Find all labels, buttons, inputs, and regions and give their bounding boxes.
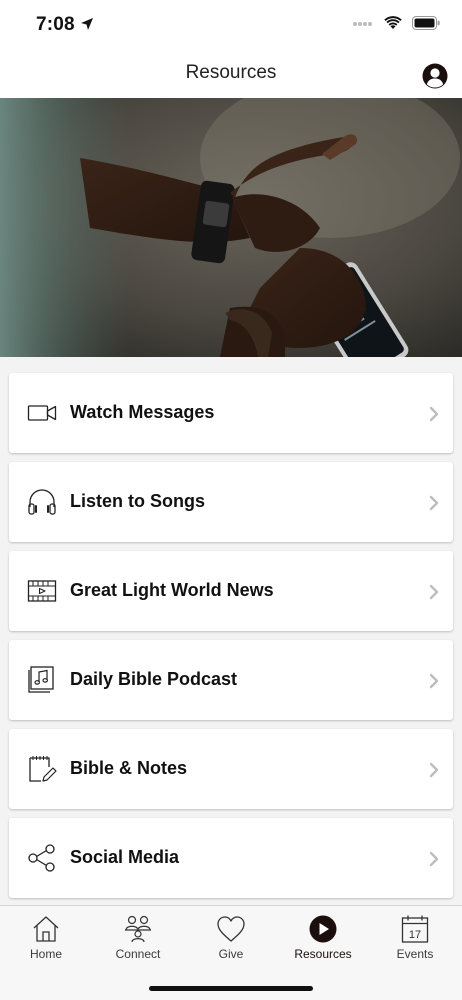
tab-resources[interactable]: Resources	[277, 906, 369, 968]
battery-icon	[412, 16, 440, 30]
tab-label: Connect	[115, 947, 161, 961]
list-item-daily-bible-podcast[interactable]: Daily Bible Podcast	[9, 640, 453, 720]
heart-icon	[217, 916, 245, 942]
list-item-label: Watch Messages	[70, 402, 215, 422]
tab-label: Give	[218, 947, 244, 961]
cellular-signal-icon	[353, 22, 372, 26]
wifi-icon	[384, 16, 402, 29]
music-note-icon	[28, 666, 54, 693]
tab-label: Events	[396, 947, 434, 961]
list-item-label: Bible & Notes	[70, 758, 188, 778]
location-arrow-icon	[81, 18, 93, 30]
list-item-label: Daily Bible Podcast	[70, 669, 238, 689]
list-item-bible-and-notes[interactable]: Bible & Notes	[9, 729, 453, 809]
tab-label: Home	[29, 947, 62, 961]
tab-give[interactable]: Give	[185, 906, 277, 968]
tab-connect[interactable]: Connect	[92, 906, 184, 968]
status-time: 7:08	[36, 14, 75, 35]
play-circle-icon	[309, 915, 337, 943]
film-strip-icon	[27, 580, 57, 602]
nav-bar: Resources	[0, 50, 462, 98]
chevron-right-icon	[429, 851, 439, 867]
profile-icon[interactable]	[422, 63, 448, 89]
headphones-icon	[28, 489, 56, 515]
chevron-right-icon	[429, 673, 439, 689]
list-item-label: Great Light World News	[70, 580, 274, 600]
tab-events[interactable]: 17 Events	[369, 906, 461, 968]
list-item-listen-to-songs[interactable]: Listen to Songs	[9, 462, 453, 542]
list-item-watch-messages[interactable]: Watch Messages	[9, 373, 453, 453]
chevron-right-icon	[429, 495, 439, 511]
chevron-right-icon	[429, 762, 439, 778]
chevron-right-icon	[429, 406, 439, 422]
calendar-icon: 17	[401, 915, 429, 943]
resources-list: Watch Messages Listen to Songs Great Lig…	[0, 357, 462, 905]
status-bar: 7:08	[0, 0, 462, 50]
chevron-right-icon	[429, 584, 439, 600]
page-title: Resources	[185, 62, 277, 83]
tab-home[interactable]: Home	[0, 906, 92, 968]
hero-image	[0, 98, 462, 357]
home-indicator	[149, 986, 313, 991]
tab-label: Resources	[294, 947, 352, 961]
share-icon	[28, 844, 55, 872]
people-icon	[125, 915, 151, 943]
home-icon	[33, 916, 59, 942]
status-indicators	[352, 16, 440, 30]
calendar-date: 17	[409, 929, 421, 941]
list-item-label: Social Media	[70, 847, 180, 867]
list-item-great-light-world-news[interactable]: Great Light World News	[9, 551, 453, 631]
video-camera-icon	[27, 405, 57, 421]
notepad-pencil-icon	[29, 756, 57, 782]
list-item-label: Listen to Songs	[70, 491, 205, 511]
list-item-social-media[interactable]: Social Media	[9, 818, 453, 898]
